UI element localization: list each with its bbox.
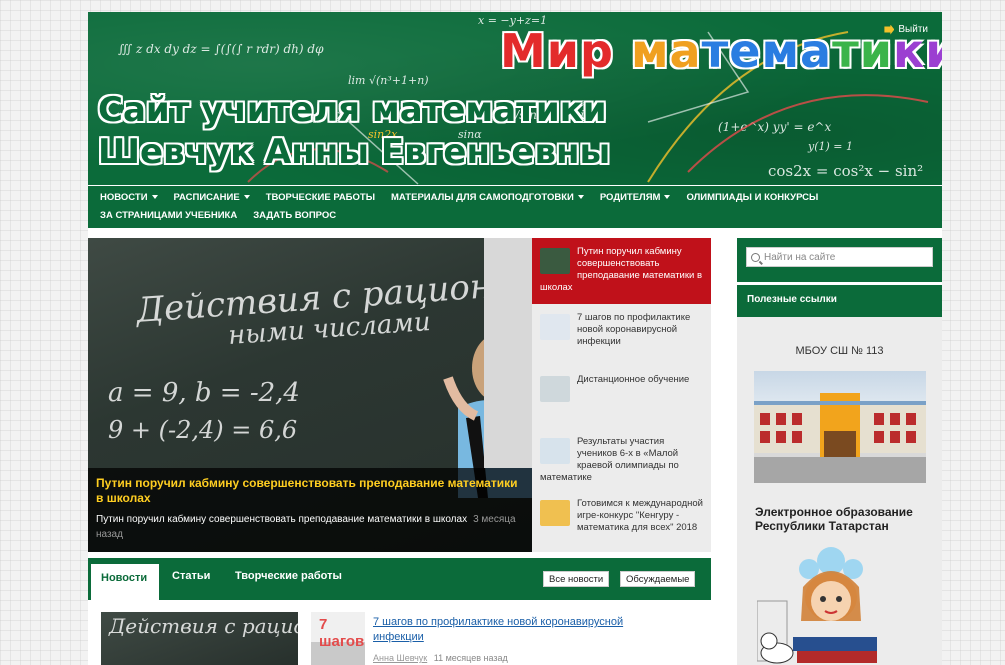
exit-icon [884, 24, 895, 35]
nav-item[interactable]: НОВОСТИ [94, 189, 168, 207]
page: ∭ z dx dy dz = ∫(∫(∫ r rdr) dh) dφ lim √… [88, 12, 942, 665]
search-widget: Найти на сайте [737, 238, 942, 282]
side-news-title: Дистанционное обучение [577, 374, 690, 385]
board-text: 9 + (-2,4) = 6,6 [108, 416, 298, 444]
nav-item[interactable]: РАСПИСАНИЕ [168, 189, 260, 207]
featured-summary: Путин поручил кабмину совершенствовать п… [96, 514, 516, 540]
board-text: a = 9, b = -2,4 [108, 378, 300, 408]
side-news-title: 7 шагов по профилактике новой коронавиру… [577, 312, 691, 347]
logout-label: Выйти [898, 24, 928, 35]
news-item-image[interactable]: Действия с рациональ- [101, 612, 298, 665]
news-thumbnail [540, 376, 570, 402]
nav-item[interactable]: МАТЕРИАЛЫ ДЛЯ САМОПОДГОТОВКИ [385, 189, 594, 207]
nav-item[interactable]: ЗАДАТЬ ВОПРОС [247, 207, 346, 225]
tab-creative-works[interactable]: Творческие работы [235, 570, 342, 582]
featured-caption: Путин поручил кабмину совершенствовать п… [88, 468, 532, 552]
site-header: ∭ z dx dy dz = ∫(∫(∫ r rdr) dh) dφ lim √… [88, 12, 942, 185]
nav-item-label: РОДИТЕЛЯМ [599, 192, 661, 203]
side-news-list: Путин поручил кабмину совершенствовать п… [532, 238, 711, 552]
news-item-meta: Анна Шевчук 11 месяцев назад [373, 653, 508, 663]
side-news-item[interactable]: Результаты участия учеников 6-х в «Малой… [532, 428, 711, 490]
useful-links-panel: МБОУ СШ № 113 Электронное образование Ре… [737, 317, 942, 665]
school-photo[interactable] [753, 371, 926, 483]
nav-item-label: ТВОРЧЕСКИЕ РАБОТЫ [265, 192, 375, 203]
search-placeholder: Найти на сайте [764, 251, 836, 263]
chevron-down-icon [243, 195, 250, 200]
tab-articles[interactable]: Статьи [172, 570, 210, 582]
nav-list: НОВОСТИ РАСПИСАНИЕ ТВОРЧЕСКИЕ РАБОТЫ МАТЕРИ… [94, 189, 936, 225]
side-news-item[interactable]: 7 шагов по профилактике новой коронавиру… [532, 304, 711, 366]
chevron-down-icon [664, 195, 671, 200]
news-item-age: 11 месяцев назад [433, 653, 508, 663]
nav-item[interactable]: ТВОРЧЕСКИЕ РАБОТЫ [260, 189, 385, 207]
news-thumbnail [540, 500, 570, 526]
nav-item-label: РАСПИСАНИЕ [173, 192, 240, 203]
discussed-button[interactable]: Обсуждаемые [620, 571, 696, 587]
chevron-down-icon [577, 195, 584, 200]
news-thumbnail [540, 438, 570, 464]
tab-news[interactable]: Новости [91, 564, 159, 600]
school-building-image [753, 393, 926, 483]
search-input[interactable]: Найти на сайте [746, 247, 933, 267]
nav-item-label: НОВОСТИ [100, 192, 148, 203]
all-news-button[interactable]: Все новости [543, 571, 610, 587]
girl-with-books-image [756, 547, 877, 664]
nav-item-label: ЗА СТРАНИЦАМИ УЧЕБНИКА [100, 210, 238, 221]
side-news-item[interactable]: Дистанционное обучение [532, 366, 711, 428]
news-item-title[interactable]: 7 шагов по профилактике новой коронавиру… [373, 615, 673, 645]
news-thumbnail [540, 248, 570, 274]
news-item-thumbnail[interactable]: 7 шагов [311, 612, 365, 665]
edu-banner[interactable] [756, 541, 927, 665]
site-subtitle-line1: Сайт учителя математики [98, 90, 607, 130]
news-thumbnail [540, 314, 570, 340]
thumb-label: 7 шагов [319, 616, 365, 650]
site-brand: Мир математики [500, 24, 942, 78]
board-text: Действия с рациональ- [109, 614, 298, 638]
search-icon [751, 252, 760, 262]
side-news-title: Готовимся к международной игре-конкурс "… [577, 498, 703, 533]
news-item-author[interactable]: Анна Шевчук [373, 653, 427, 663]
useful-links-heading: Полезные ссылки [737, 285, 942, 317]
news-list-item: Действия с рациональ- 7 шагов 7 шагов по… [88, 600, 711, 665]
featured-title[interactable]: Путин поручил кабмину совершенствовать п… [96, 476, 524, 506]
nav-item-label: ОЛИМПИАДЫ И КОНКУРСЫ [686, 192, 819, 203]
nav-item[interactable]: ЗА СТРАНИЦАМИ УЧЕБНИКА [94, 207, 247, 225]
edu-link-title[interactable]: Электронное образование Республики Татар… [755, 505, 942, 533]
side-news-item[interactable]: Путин поручил кабмину совершенствовать п… [532, 238, 711, 304]
main-nav: НОВОСТИ РАСПИСАНИЕ ТВОРЧЕСКИЕ РАБОТЫ МАТЕРИ… [88, 186, 942, 228]
wall-poster [484, 238, 532, 468]
site-subtitle-line2: Шевчук Анны Евгеньевны [98, 132, 611, 172]
school-link-title[interactable]: МБОУ СШ № 113 [737, 345, 942, 357]
chevron-down-icon [151, 195, 158, 200]
logout-link[interactable]: Выйти [884, 24, 928, 35]
nav-item-label: МАТЕРИАЛЫ ДЛЯ САМОПОДГОТОВКИ [391, 192, 574, 203]
nav-item[interactable]: ОЛИМПИАДЫ И КОНКУРСЫ [680, 189, 828, 207]
nav-item[interactable]: РОДИТЕЛЯМ [594, 189, 681, 207]
nav-item-label: ЗАДАТЬ ВОПРОС [253, 210, 337, 221]
news-tabs: Новости Статьи Творческие работы Все нов… [88, 558, 711, 600]
featured-news[interactable]: Действия с рациональ- ными числами a = 9… [88, 238, 532, 552]
side-news-item[interactable]: Готовимся к международной игре-конкурс "… [532, 490, 711, 552]
